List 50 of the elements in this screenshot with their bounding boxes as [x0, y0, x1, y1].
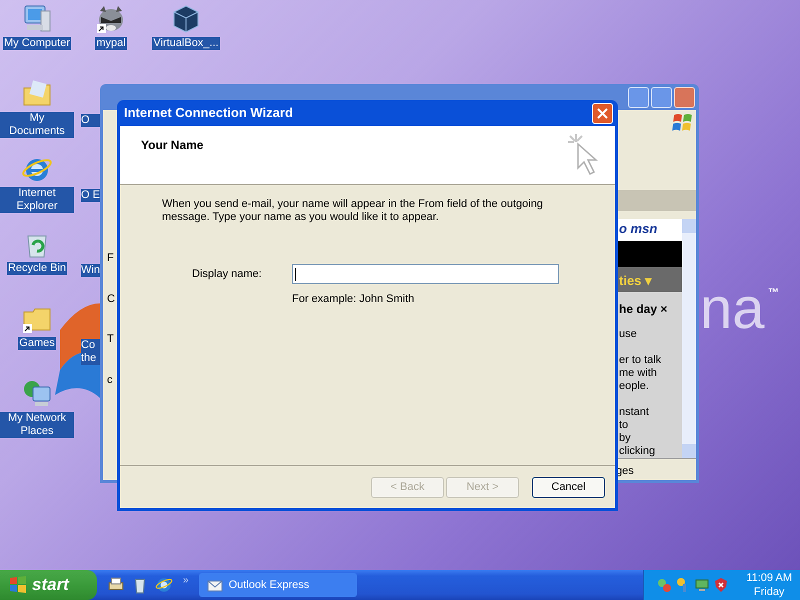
minimize-button[interactable] — [628, 87, 649, 108]
icon-label[interactable]: My Computer — [2, 37, 72, 50]
field-label: Display name: — [192, 266, 262, 282]
msn-logo: o msn — [616, 219, 682, 242]
chevron-button[interactable]: » — [183, 572, 189, 588]
panel-text: F — [107, 251, 115, 266]
panel-text: T — [107, 332, 115, 347]
wallpaper-mark: ™ — [768, 288, 779, 299]
display-name-field[interactable] — [292, 264, 559, 284]
icon-label[interactable]: My Documents — [0, 112, 74, 138]
icon-label[interactable]: Internet Explorer — [0, 187, 74, 213]
icon-label[interactable]: Games — [18, 337, 56, 350]
panel-text: eople. — [619, 380, 650, 394]
browser-icon[interactable] — [155, 576, 173, 594]
taskbar-button[interactable]: Outlook Express — [198, 573, 357, 597]
example-text: For example: John Smith — [292, 292, 416, 307]
panel-text: c — [107, 372, 114, 388]
panel-text: er to talk — [619, 354, 662, 368]
panel-text: me with — [619, 367, 658, 380]
maximize-button[interactable] — [651, 87, 672, 108]
icon-label[interactable]: Co the — [81, 339, 100, 365]
start-button[interactable]: start — [0, 570, 97, 600]
wizard-button[interactable]: Cancel — [532, 476, 605, 498]
menu-text[interactable]: ties ▾ — [616, 267, 682, 292]
intro-text: When you send e-mail, your name will appear in the From field of the outgoing message. Type your name as you would like it to appear. — [162, 198, 544, 224]
panel-text: nstant — [619, 406, 650, 420]
icon-label[interactable]: mypal — [95, 37, 127, 50]
panel-text: clicking — [619, 445, 656, 458]
banner-band — [616, 241, 682, 268]
wallpaper-text: na — [700, 280, 765, 338]
icon-label[interactable]: Win — [81, 264, 100, 277]
shield-icon[interactable] — [713, 577, 729, 593]
icon-label[interactable]: VirtualBox_... — [152, 37, 220, 50]
icon-label[interactable]: O E — [81, 189, 100, 202]
panel-heading: he day × — [618, 301, 668, 318]
icon-label[interactable]: My Network Places — [0, 412, 74, 438]
panel-text: C — [107, 292, 116, 306]
monitor-icon[interactable] — [694, 577, 710, 593]
window-title: Internet Connection Wizard — [124, 104, 293, 122]
network-icon[interactable] — [656, 577, 672, 593]
scrollbar[interactable] — [682, 219, 696, 458]
close-button[interactable] — [592, 102, 613, 124]
icon-label[interactable]: O — [81, 114, 100, 127]
page-heading: Your Name — [141, 137, 204, 154]
icon-label[interactable]: Recycle Bin — [6, 262, 68, 275]
panel-text: use — [619, 328, 638, 342]
close-icon — [597, 108, 608, 118]
panel-text: by — [619, 432, 632, 446]
panel-text: to — [619, 419, 630, 432]
windows-flag-icon — [8, 575, 28, 595]
